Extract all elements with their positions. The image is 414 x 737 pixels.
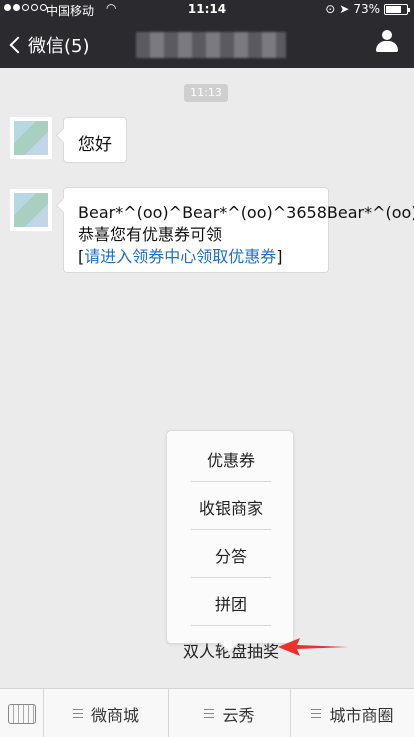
menu-lines-icon	[72, 709, 83, 718]
tab-weishangcheng[interactable]: 微商城	[44, 689, 169, 737]
message-bubble[interactable]: 您好	[63, 117, 127, 163]
menu-divider	[191, 625, 271, 626]
menu-item-roulette-draw[interactable]: 双人轮盘抽奖	[167, 638, 295, 662]
message-timestamp: 11:13	[184, 84, 228, 102]
lock-rotation-icon: ⊙	[325, 2, 336, 16]
battery-icon	[384, 3, 410, 15]
nav-bar: 微信(5)	[0, 20, 414, 68]
keyboard-toggle-button[interactable]	[0, 689, 44, 737]
menu-divider	[191, 577, 271, 578]
profile-button[interactable]	[376, 30, 398, 54]
chevron-left-icon	[9, 36, 27, 54]
message-text: 您好	[78, 135, 112, 155]
tab-label: 云秀	[222, 705, 255, 725]
keyboard-icon	[7, 703, 36, 724]
menu-item-fenda[interactable]: 分答	[167, 543, 295, 567]
bracket-close: ]	[276, 247, 283, 266]
person-icon	[382, 30, 392, 40]
chat-title-blurred	[136, 32, 286, 58]
message-text: Bear*^(oo)^Bear*^(oo)^3658Bear*^(oo)^恭喜您…	[78, 203, 414, 244]
red-arrow-annotation	[278, 638, 348, 656]
tab-label: 城市商圈	[329, 705, 394, 725]
menu-divider	[191, 481, 271, 482]
back-label: 微信(5)	[28, 36, 90, 57]
battery-percent: 73%	[353, 2, 380, 16]
message-bubble[interactable]: Bear*^(oo)^Bear*^(oo)^3658Bear*^(oo)^恭喜您…	[63, 187, 414, 273]
back-button[interactable]: 微信(5)	[8, 32, 90, 58]
tab-label: 微商城	[90, 705, 139, 725]
top-bar: 中国移动 ◠ 11:14 ⊙ ➤ 73% 微信(5)	[0, 0, 414, 68]
coupon-center-link[interactable]: 请进入领券中心领取优惠券	[84, 247, 276, 266]
menu-item-coupons[interactable]: 优惠券	[167, 447, 295, 471]
tab-yunxiu[interactable]: 云秀	[169, 689, 291, 737]
menu-item-group-buy[interactable]: 拼团	[167, 591, 295, 615]
avatar[interactable]	[10, 189, 52, 231]
location-icon: ➤	[339, 2, 350, 16]
menu-divider	[191, 529, 271, 530]
tab-city-circle[interactable]: 城市商圈	[291, 689, 414, 737]
avatar[interactable]	[10, 117, 52, 159]
menu-lines-icon	[204, 709, 215, 718]
bottom-menu-bar: 微商城 云秀 城市商圈	[0, 688, 414, 737]
menu-item-cashier-merchants[interactable]: 收银商家	[167, 495, 295, 519]
menu-lines-icon	[311, 709, 322, 718]
status-bar: 中国移动 ◠ 11:14 ⊙ ➤ 73%	[0, 0, 414, 20]
menu-popup: 优惠券 收银商家 分答 拼团 双人轮盘抽奖	[166, 430, 295, 661]
